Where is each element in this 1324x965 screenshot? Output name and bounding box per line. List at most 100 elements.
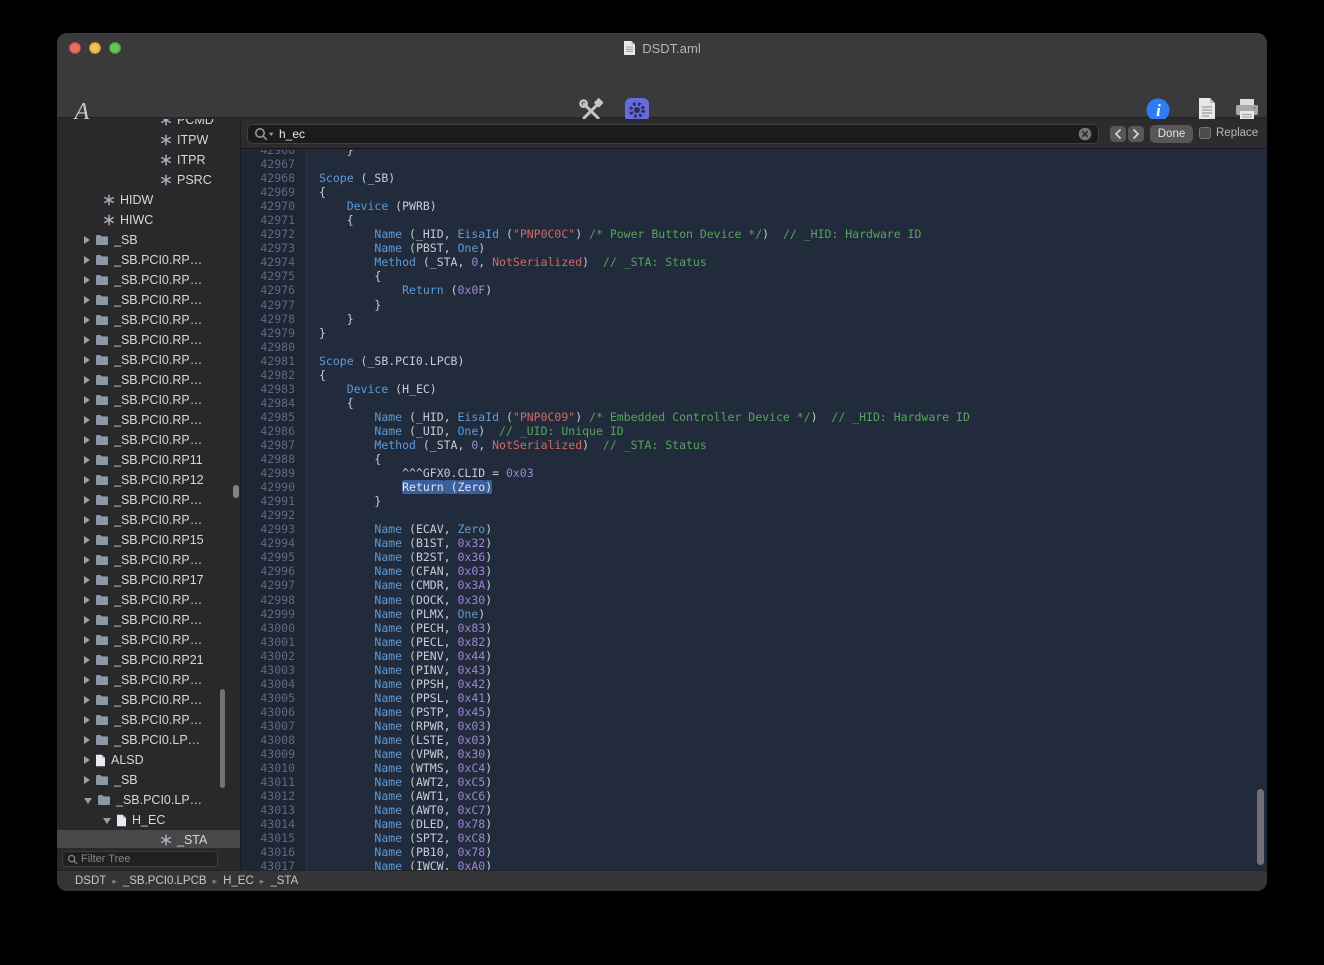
disclosure-expanded-icon[interactable]	[84, 798, 92, 804]
disclosure-collapsed-icon[interactable]	[84, 336, 90, 344]
replace-checkbox[interactable]	[1199, 127, 1211, 139]
disclosure-collapsed-icon[interactable]	[84, 496, 90, 504]
tree-item-_sb-pci0-rp-[interactable]: _SB.PCI0.RP…	[57, 350, 240, 370]
disclosure-collapsed-icon[interactable]	[84, 236, 90, 244]
tree-item-_sb-pci0-rp-[interactable]: _SB.PCI0.RP…	[57, 370, 240, 390]
disclosure-collapsed-icon[interactable]	[84, 656, 90, 664]
tree-item-_sb-pci0-rp-[interactable]: _SB.PCI0.RP…	[57, 490, 240, 510]
disclosure-collapsed-icon[interactable]	[84, 716, 90, 724]
tree-item-_sb-pci0-rp-[interactable]: _SB.PCI0.RP…	[57, 290, 240, 310]
title-bar[interactable]: DSDT.aml	[57, 33, 1267, 63]
tree-item-_sb-pci0-rp-[interactable]: _SB.PCI0.RP…	[57, 510, 240, 530]
tree-item-_sb-pci0-rp-[interactable]: _SB.PCI0.RP…	[57, 390, 240, 410]
disclosure-collapsed-icon[interactable]	[84, 416, 90, 424]
tree-item-_sta[interactable]: _STA	[57, 830, 240, 850]
tree-item-_sb-pci0-rp-[interactable]: _SB.PCI0.RP…	[57, 310, 240, 330]
disclosure-expanded-icon[interactable]	[103, 818, 111, 824]
tree-item-_sb[interactable]: _SB	[57, 770, 240, 790]
filter-tree-input[interactable]	[81, 853, 223, 865]
disclosure-collapsed-icon[interactable]	[84, 376, 90, 384]
search-input[interactable]	[279, 127, 1074, 141]
disclosure-collapsed-icon[interactable]	[84, 776, 90, 784]
editor-scrollbar[interactable]	[1257, 789, 1264, 865]
tree-item-_sb-pci0-rp-[interactable]: _SB.PCI0.RP…	[57, 410, 240, 430]
disclosure-collapsed-icon[interactable]	[84, 596, 90, 604]
tree-item-label: _SB.PCI0.RP…	[114, 693, 202, 707]
tree-item-_sb-pci0-rp-[interactable]: _SB.PCI0.RP…	[57, 710, 240, 730]
desktop: DSDT.aml A Fonts Compile Patch	[0, 0, 1324, 965]
filter-tree-field[interactable]	[62, 851, 218, 867]
tree-item-_sb-pci0-rp-[interactable]: _SB.PCI0.RP…	[57, 630, 240, 650]
tree-item-label: _SB.PCI0.LP…	[114, 733, 200, 747]
disclosure-collapsed-icon[interactable]	[84, 436, 90, 444]
previous-result-button[interactable]	[1110, 126, 1126, 142]
sidebar-scrollbar[interactable]	[220, 689, 225, 788]
tree-item-_sb-pci0-rp17[interactable]: _SB.PCI0.RP17	[57, 570, 240, 590]
tree-item-_sb-pci0-lp-[interactable]: _SB.PCI0.LP…	[57, 730, 240, 750]
breadcrumb-item[interactable]: DSDT	[75, 875, 106, 887]
tree-item-itpw[interactable]: ITPW	[57, 130, 240, 150]
tree-item-_sb-pci0-rp-[interactable]: _SB.PCI0.RP…	[57, 330, 240, 350]
disclosure-collapsed-icon[interactable]	[84, 616, 90, 624]
tree-item-hidw[interactable]: HIDW	[57, 190, 240, 210]
tree-item-_sb-pci0-rp21[interactable]: _SB.PCI0.RP21	[57, 650, 240, 670]
tree-item-label: _SB.PCI0.RP…	[114, 613, 202, 627]
tree-item-label: _SB.PCI0.RP…	[114, 513, 202, 527]
disclosure-collapsed-icon[interactable]	[84, 556, 90, 564]
disclosure-collapsed-icon[interactable]	[84, 396, 90, 404]
tree-item-psrc[interactable]: PSRC	[57, 170, 240, 190]
tree-item-_sb-pci0-rp-[interactable]: _SB.PCI0.RP…	[57, 550, 240, 570]
breadcrumb-item[interactable]: _SB.PCI0.LPCB	[123, 875, 207, 887]
disclosure-collapsed-icon[interactable]	[84, 536, 90, 544]
search-field[interactable]	[247, 124, 1099, 144]
disclosure-collapsed-icon[interactable]	[84, 636, 90, 644]
line-number: 43013	[241, 803, 307, 817]
tree-item-label: _SB.PCI0.RP…	[114, 293, 202, 307]
disclosure-collapsed-icon[interactable]	[84, 696, 90, 704]
tree-item-_sb-pci0-rp15[interactable]: _SB.PCI0.RP15	[57, 530, 240, 550]
code-line: 42983 Device (H_EC)	[241, 382, 1267, 396]
disclosure-collapsed-icon[interactable]	[84, 516, 90, 524]
tree-item-_sb-pci0-rp12[interactable]: _SB.PCI0.RP12	[57, 470, 240, 490]
disclosure-collapsed-icon[interactable]	[84, 676, 90, 684]
code-editor[interactable]: 42966 }4296742968Scope (_SB)42969{42970 …	[241, 150, 1267, 870]
tree-item-_sb-pci0-rp-[interactable]: _SB.PCI0.RP…	[57, 270, 240, 290]
disclosure-collapsed-icon[interactable]	[84, 756, 90, 764]
done-button[interactable]: Done	[1150, 125, 1193, 143]
disclosure-collapsed-icon[interactable]	[84, 476, 90, 484]
symbol-tree: PCMDITPWITPRPSRCHIDWHIWC_SB_SB.PCI0.RP…_…	[57, 119, 240, 850]
line-number: 43008	[241, 733, 307, 747]
tree-item-pcmd[interactable]: PCMD	[57, 119, 240, 130]
tree-item-_sb-pci0-lp-[interactable]: _SB.PCI0.LP…	[57, 790, 240, 810]
search-menu-icon[interactable]	[254, 127, 275, 141]
tree-item-_sb-pci0-rp-[interactable]: _SB.PCI0.RP…	[57, 590, 240, 610]
disclosure-collapsed-icon[interactable]	[84, 736, 90, 744]
clear-icon[interactable]	[1078, 127, 1092, 141]
next-result-button[interactable]	[1128, 126, 1144, 142]
tree-item-itpr[interactable]: ITPR	[57, 150, 240, 170]
disclosure-collapsed-icon[interactable]	[84, 356, 90, 364]
disclosure-collapsed-icon[interactable]	[84, 576, 90, 584]
tree-item-_sb[interactable]: _SB	[57, 230, 240, 250]
disclosure-collapsed-icon[interactable]	[84, 276, 90, 284]
disclosure-collapsed-icon[interactable]	[84, 256, 90, 264]
tree-item-_sb-pci0-rp-[interactable]: _SB.PCI0.RP…	[57, 610, 240, 630]
tree-item-alsd[interactable]: ALSD	[57, 750, 240, 770]
breadcrumb-item[interactable]: _STA	[270, 875, 298, 887]
tree-item-_sb-pci0-rp-[interactable]: _SB.PCI0.RP…	[57, 690, 240, 710]
disclosure-collapsed-icon[interactable]	[84, 316, 90, 324]
disclosure-collapsed-icon[interactable]	[84, 296, 90, 304]
window: DSDT.aml A Fonts Compile Patch	[57, 33, 1267, 891]
tree-item-hiwc[interactable]: HIWC	[57, 210, 240, 230]
breadcrumb-item[interactable]: H_EC	[223, 875, 254, 887]
tree-item-_sb-pci0-rp-[interactable]: _SB.PCI0.RP…	[57, 430, 240, 450]
splitter-handle[interactable]	[233, 485, 239, 498]
tree-item-_sb-pci0-rp11[interactable]: _SB.PCI0.RP11	[57, 450, 240, 470]
tree-item-_sb-pci0-rp-[interactable]: _SB.PCI0.RP…	[57, 250, 240, 270]
folder-icon	[95, 314, 109, 326]
tree-item-label: PCMD	[177, 119, 214, 127]
disclosure-collapsed-icon[interactable]	[84, 456, 90, 464]
tree-item-_sb-pci0-rp-[interactable]: _SB.PCI0.RP…	[57, 670, 240, 690]
tree-item-h_ec[interactable]: H_EC	[57, 810, 240, 830]
pane-divider[interactable]	[240, 119, 241, 870]
